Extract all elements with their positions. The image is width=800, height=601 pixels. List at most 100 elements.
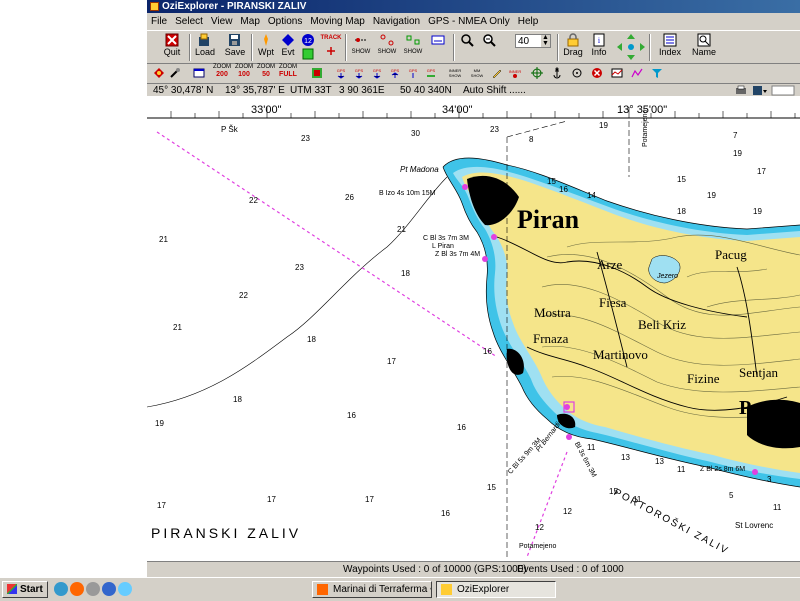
event-icon bbox=[282, 34, 294, 46]
drag-label: Drag bbox=[563, 47, 583, 57]
menu-help[interactable]: Help bbox=[514, 14, 543, 30]
show-waypoints-button[interactable]: SHOW bbox=[349, 33, 373, 62]
menu-navigation[interactable]: Navigation bbox=[369, 14, 424, 30]
anchor-icon[interactable] bbox=[551, 67, 563, 79]
find-button[interactable] bbox=[457, 33, 477, 62]
show2-label: SHOW bbox=[377, 49, 397, 55]
pan-arrows[interactable] bbox=[615, 33, 647, 62]
track-button[interactable]: TRACK bbox=[317, 33, 345, 62]
elevation-icon[interactable] bbox=[611, 67, 623, 79]
cancel-red-icon[interactable] bbox=[591, 67, 603, 79]
zoom-full-button[interactable]: ZOOM FULL bbox=[277, 64, 299, 81]
info-label: Info bbox=[591, 47, 607, 57]
gps-events-icon[interactable]: GPS bbox=[425, 67, 437, 79]
svg-text:12: 12 bbox=[304, 38, 312, 45]
sounding: 16 bbox=[441, 509, 450, 518]
tools-icon[interactable] bbox=[169, 67, 181, 79]
sounding: 7 bbox=[733, 131, 738, 140]
gps-waypoint-icon[interactable]: GPS bbox=[335, 67, 347, 79]
save-image-icon[interactable] bbox=[752, 85, 768, 96]
task2-label: OziExplorer bbox=[457, 584, 510, 595]
target-icon[interactable] bbox=[571, 67, 583, 79]
route-button[interactable]: 12 bbox=[299, 33, 317, 62]
task-browser-button[interactable]: Marinai di Terraferma • L... bbox=[312, 581, 432, 598]
pencil-icon[interactable] bbox=[491, 67, 503, 79]
desktop-quicklaunch-icon[interactable] bbox=[118, 582, 132, 596]
gps-track-icon[interactable]: GPS bbox=[371, 67, 383, 79]
sounding: 19 bbox=[155, 419, 164, 428]
print-icon[interactable] bbox=[735, 85, 747, 96]
show-routes-button[interactable]: SHOW bbox=[375, 33, 399, 62]
event-button[interactable]: Evt bbox=[277, 33, 299, 62]
zoom-50-button[interactable]: ZOOM 50 bbox=[255, 64, 277, 81]
chart-canvas bbox=[147, 97, 800, 558]
menu-file[interactable]: File bbox=[147, 14, 171, 30]
play-quicklaunch-icon[interactable] bbox=[102, 582, 116, 596]
sounding: 11 bbox=[677, 465, 686, 474]
inner-view-icon[interactable]: INNER bbox=[509, 67, 521, 79]
sounding: 12 bbox=[563, 507, 572, 516]
toolbar-separator bbox=[189, 34, 191, 61]
show-tracks-button[interactable]: SHOW bbox=[401, 33, 425, 62]
media-quicklaunch-icon[interactable] bbox=[86, 582, 100, 596]
show1-label: SHOW bbox=[351, 49, 371, 55]
gps-download-icon[interactable]: GPS bbox=[407, 67, 419, 79]
gps-route-icon[interactable]: GPS bbox=[353, 67, 365, 79]
windows-logo-icon bbox=[7, 584, 17, 594]
crosshair-icon[interactable] bbox=[531, 67, 543, 79]
menu-moving-map[interactable]: Moving Map bbox=[306, 14, 368, 30]
load-label: Load bbox=[194, 47, 216, 57]
menu-options[interactable]: Options bbox=[264, 14, 306, 30]
info-icon: i bbox=[593, 33, 605, 47]
label-piranski-zaliv: PIRANSKI ZALIV bbox=[151, 525, 302, 541]
start-button[interactable]: Start bbox=[2, 581, 48, 598]
sounding: 19 bbox=[707, 191, 716, 200]
label-pt-madona: Pt Madona bbox=[400, 165, 439, 174]
track-label: TRACK bbox=[320, 35, 342, 41]
main-toolbar: Quit Load Save Wpt Evt 12 TRACK SHOW SHO… bbox=[147, 30, 800, 64]
gps-map-icon[interactable] bbox=[311, 67, 323, 79]
zoom-spinner-icon[interactable]: ▲ ▼ bbox=[541, 34, 550, 47]
waypoint-button[interactable]: Wpt bbox=[255, 33, 277, 62]
quit-button[interactable]: Quit bbox=[161, 33, 183, 62]
map-settings-icon[interactable] bbox=[153, 67, 165, 79]
zoom-level-select[interactable]: 40 ▲ ▼ bbox=[515, 34, 551, 48]
graph-icon[interactable] bbox=[631, 67, 643, 79]
firefox-quicklaunch-icon[interactable] bbox=[70, 582, 84, 596]
sounding: 17 bbox=[757, 167, 766, 176]
inner-show-icon[interactable]: INNERSHOW bbox=[449, 67, 461, 79]
menu-gps[interactable]: GPS - NMEA Only bbox=[424, 14, 514, 30]
nautical-chart[interactable]: 33'00" 34'00" 13° 35'00" Piran Arze Fies… bbox=[147, 97, 800, 561]
mm-show-icon[interactable]: MMSHOW bbox=[471, 67, 483, 79]
menu-select[interactable]: Select bbox=[171, 14, 207, 30]
sounding: 22 bbox=[249, 196, 258, 205]
info-button[interactable]: i Info bbox=[587, 33, 611, 62]
sounding: 12 bbox=[535, 523, 544, 532]
save-button[interactable]: Save bbox=[223, 33, 247, 62]
auto-shift-status: Auto Shift ...... bbox=[463, 85, 526, 96]
light-label-1: B Izo 4s 10m 15M bbox=[379, 190, 436, 197]
drag-button[interactable]: Drag bbox=[561, 33, 585, 62]
index-button[interactable]: Index bbox=[653, 33, 687, 62]
zoom-out-button[interactable] bbox=[479, 33, 499, 62]
window-icon[interactable] bbox=[193, 67, 205, 79]
zoom-200-button[interactable]: ZOOM 200 bbox=[211, 64, 233, 81]
toolbar-separator bbox=[251, 34, 253, 61]
tracklog-button[interactable] bbox=[427, 33, 449, 62]
gps-upload-icon[interactable]: GPS bbox=[389, 67, 401, 79]
menu-map[interactable]: Map bbox=[236, 14, 263, 30]
ie-quicklaunch-icon[interactable] bbox=[54, 582, 68, 596]
zoom-100-button[interactable]: ZOOM 100 bbox=[233, 64, 255, 81]
filter-icon[interactable] bbox=[651, 67, 663, 79]
place-sentjan: Sentjan bbox=[739, 365, 778, 380]
name-button[interactable]: Name bbox=[687, 33, 721, 62]
sounding: 5 bbox=[729, 491, 734, 500]
task-ozi-button[interactable]: OziExplorer bbox=[436, 581, 556, 598]
menu-view[interactable]: View bbox=[207, 14, 237, 30]
evt-label: Evt bbox=[281, 47, 295, 57]
waypoint-icon bbox=[264, 34, 268, 46]
load-button[interactable]: Load bbox=[193, 33, 217, 62]
zoom-200-value: 200 bbox=[216, 71, 228, 78]
secondary-toolbar: ZOOM 200 ZOOM 100 ZOOM 50 ZOOM FULL GPS GPS … bbox=[147, 64, 800, 82]
copy-image-icon[interactable] bbox=[771, 85, 795, 96]
